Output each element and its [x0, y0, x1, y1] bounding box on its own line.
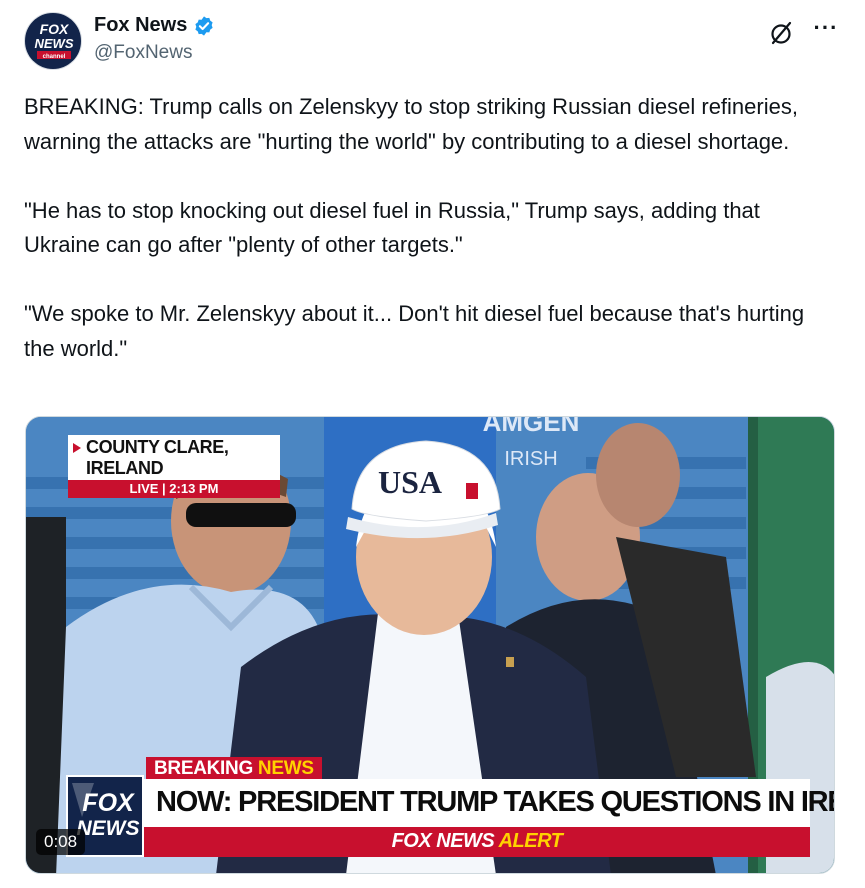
headline-banner: NOW: PRESIDENT TRUMP TAKES QUESTIONS IN … [144, 779, 834, 827]
tweet-paragraph: "He has to stop knocking out diesel fuel… [24, 197, 760, 258]
more-dots-icon[interactable]: ··· [812, 17, 840, 46]
avatar[interactable]: FOX NEWS channel [24, 12, 82, 70]
sign-irish-text: IRISH [504, 448, 557, 470]
breaking-text: BREAKING [154, 758, 253, 779]
logo-news-text: NEWS [77, 817, 140, 840]
location-bug: COUNTY CLARE, IRELAND LIVE | 2:13 PM [68, 435, 280, 498]
alert-prefix-text: FOX NEWS [391, 830, 495, 852]
verified-badge-icon [195, 15, 213, 36]
author-display-name[interactable]: Fox News [94, 14, 187, 37]
play-arrow-icon [73, 443, 81, 453]
video-timestamp: 0:08 [36, 829, 86, 855]
tweet-paragraph: BREAKING: Trump calls on Zelenskyy to st… [24, 94, 798, 154]
alert-suffix-text: ALERT [498, 830, 563, 852]
live-time-label: LIVE | 2:13 PM [68, 480, 280, 498]
author-handle[interactable]: @FoxNews [94, 42, 192, 64]
tweet-header: FOX NEWS channel Fox News @FoxNews ··· [24, 10, 842, 74]
location-text: COUNTY CLARE, IRELAND [86, 437, 229, 478]
news-text: NEWS [257, 758, 314, 779]
tweet-text: BREAKING: Trump calls on Zelenskyy to st… [24, 90, 839, 366]
alert-banner: FOX NEWS ALERT [144, 827, 810, 857]
slashed-circle-icon[interactable] [769, 20, 795, 46]
sign-amgen-text: AMGEN [483, 417, 580, 437]
avatar-channel-text: channel [43, 54, 66, 60]
tweet-paragraph: "We spoke to Mr. Zelenskyy about it... D… [24, 301, 805, 361]
fox-news-logo-icon: FOX NEWS channel [29, 19, 79, 61]
logo-fox-text: FOX [82, 789, 135, 817]
cap-usa-text: USA [378, 464, 442, 500]
location-label: COUNTY CLARE, IRELAND [68, 435, 280, 480]
breaking-news-tab: BREAKING NEWS [146, 757, 322, 781]
video-player[interactable]: AMGEN IRISH USA COUNTY CLARE, IRELAND LI… [25, 416, 835, 874]
avatar-fox-text: FOX [40, 21, 70, 37]
avatar-news-text: NEWS [35, 36, 74, 51]
